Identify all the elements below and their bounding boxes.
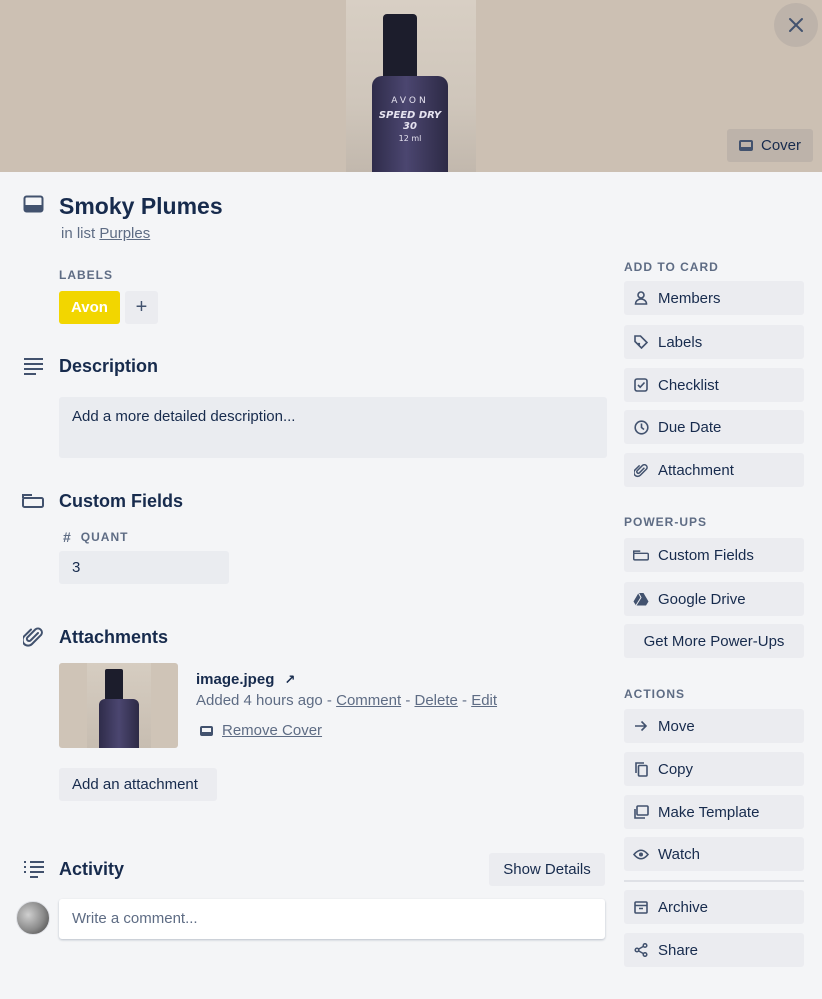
external-link-icon[interactable]: ↗	[285, 672, 296, 687]
card-cover: AVON SPEED DRY 30 12 ml Cover	[0, 0, 822, 172]
close-button[interactable]	[774, 3, 818, 47]
share-button[interactable]: Share	[624, 933, 804, 967]
remove-cover-link[interactable]: Remove Cover	[200, 722, 322, 739]
copy-icon	[624, 761, 658, 777]
description-field[interactable]: Add a more detailed description...	[59, 397, 607, 458]
sidebar-divider	[624, 880, 804, 882]
members-label: Members	[658, 289, 721, 307]
remove-cover-label: Remove Cover	[222, 722, 323, 739]
custom-fields-icon	[22, 494, 44, 508]
cover-icon	[738, 140, 753, 151]
power-ups-heading: POWER-UPS	[624, 515, 708, 529]
tag-icon	[624, 335, 658, 349]
eye-icon	[624, 848, 658, 860]
cover-button[interactable]: Cover	[727, 129, 813, 162]
archive-label: Archive	[658, 898, 709, 916]
delete-link[interactable]: Delete	[414, 692, 457, 709]
attachment-thumbnail[interactable]	[59, 663, 178, 748]
activity-icon	[24, 861, 44, 878]
attachment-meta: Added 4 hours ago - Comment - Delete - E…	[196, 692, 497, 709]
photo-text-1: SPEED DRY 30	[378, 110, 442, 132]
photo-brand: AVON	[391, 96, 429, 106]
share-label: Share	[658, 941, 699, 959]
close-icon	[789, 18, 803, 32]
checklist-button[interactable]: Checklist	[624, 368, 804, 402]
checklist-label: Checklist	[658, 376, 719, 394]
user-avatar[interactable]	[16, 901, 50, 935]
labels-heading: LABELS	[59, 268, 113, 282]
cover-button-label: Cover	[760, 137, 801, 154]
watch-button[interactable]: Watch	[624, 837, 804, 871]
watch-label: Watch	[658, 845, 700, 863]
in-list-text: in list Purples	[61, 225, 150, 242]
edit-link[interactable]: Edit	[471, 692, 497, 709]
add-to-card-heading: ADD TO CARD	[624, 260, 719, 274]
card-title[interactable]: Smoky Plumes	[59, 193, 223, 220]
card-icon	[23, 195, 44, 213]
make-template-button[interactable]: Make Template	[624, 795, 804, 829]
in-list-prefix: in list	[61, 225, 96, 242]
description-heading: Description	[59, 356, 159, 376]
list-link[interactable]: Purples	[99, 225, 150, 242]
actions-heading: ACTIONS	[624, 687, 685, 701]
share-icon	[624, 943, 658, 957]
attachment-added-text: Added 4 hours ago -	[196, 692, 332, 709]
arrow-right-icon	[624, 720, 658, 732]
attachment-name[interactable]: image.jpeg ↗	[196, 671, 295, 688]
labels-label: Labels	[658, 333, 703, 351]
google-drive-label: Google Drive	[658, 590, 746, 608]
google-drive-button[interactable]: Google Drive	[624, 582, 804, 616]
move-label: Move	[658, 717, 695, 735]
paperclip-icon	[23, 627, 43, 647]
comment-input[interactable]: Write a comment...	[59, 899, 605, 939]
comment-link[interactable]: Comment	[336, 692, 401, 709]
bottle-body-graphic: AVON SPEED DRY 30 12 ml	[372, 76, 448, 172]
quant-field-name: QUANT	[80, 530, 129, 544]
thumb-bottle-body	[99, 699, 139, 748]
due-date-label: Due Date	[658, 418, 722, 436]
custom-fields-label: Custom Fields	[658, 546, 754, 564]
label-chip-avon[interactable]: Avon	[59, 291, 120, 324]
hash-icon: #	[63, 529, 72, 545]
attachment-button[interactable]: Attachment	[624, 453, 804, 487]
photo-text-2: 12 ml	[398, 134, 422, 143]
thumbnail-photo	[87, 663, 151, 748]
activity-heading: Activity	[59, 859, 125, 879]
get-more-power-ups-button[interactable]: Get More Power-Ups	[624, 624, 804, 658]
person-icon	[624, 291, 658, 305]
make-template-label: Make Template	[658, 803, 760, 821]
copy-label: Copy	[658, 760, 694, 778]
due-date-button[interactable]: Due Date	[624, 410, 804, 444]
members-button[interactable]: Members	[624, 281, 804, 315]
copy-button[interactable]: Copy	[624, 752, 804, 786]
template-icon	[624, 805, 658, 819]
quant-input[interactable]: 3	[59, 551, 229, 584]
checkbox-icon	[624, 378, 658, 392]
archive-icon	[624, 900, 658, 914]
show-details-button[interactable]: Show Details	[489, 853, 605, 886]
paperclip-icon	[624, 463, 658, 478]
add-attachment-button[interactable]: Add an attachment	[59, 768, 217, 801]
attachment-label: Attachment	[658, 461, 734, 479]
custom-fields-button[interactable]: Custom Fields	[624, 538, 804, 572]
separator: -	[462, 692, 468, 709]
archive-button[interactable]: Archive	[624, 890, 804, 924]
clock-icon	[624, 419, 658, 435]
quant-field-label: # QUANT	[63, 529, 128, 545]
labels-button[interactable]: Labels	[624, 325, 804, 359]
description-icon	[24, 358, 43, 375]
field-icon	[624, 549, 658, 561]
cover-icon	[200, 725, 213, 736]
attachment-file-name[interactable]: image.jpeg	[196, 671, 274, 688]
bottle-cap-graphic	[383, 14, 417, 80]
custom-fields-heading: Custom Fields	[59, 491, 184, 511]
cover-photo: AVON SPEED DRY 30 12 ml	[346, 0, 476, 172]
drive-icon	[624, 592, 658, 606]
move-button[interactable]: Move	[624, 709, 804, 743]
thumb-bottle-cap	[105, 669, 123, 701]
add-label-button[interactable]: +	[125, 291, 158, 324]
separator: -	[405, 692, 411, 709]
attachments-heading: Attachments	[59, 627, 169, 647]
